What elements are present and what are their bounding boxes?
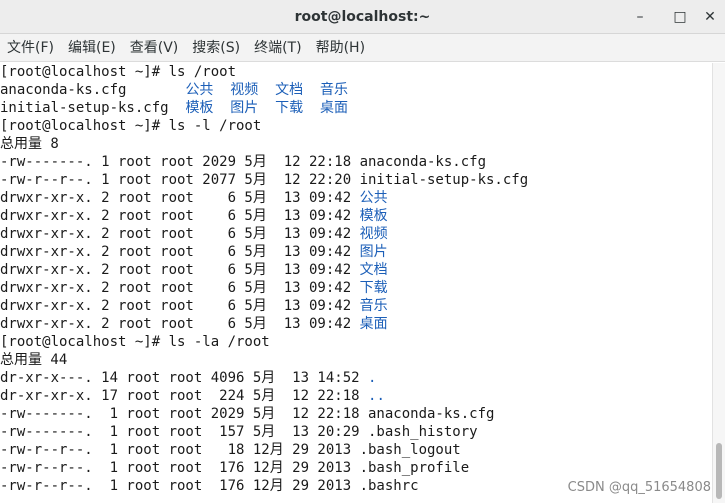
terminal-text: -rw-r--r--. 1 root root 176 12月 29 2013 … xyxy=(0,460,470,476)
terminal-line: -rw-------. 1 root root 2029 5月 12 22:18… xyxy=(0,405,712,423)
terminal-line: dr-xr-x---. 14 root root 4096 5月 13 14:5… xyxy=(0,369,712,387)
terminal-text: -rw-------. 1 root root 2029 5月 12 22:18… xyxy=(0,154,487,170)
terminal-text: drwxr-xr-x. 2 root root 6 5月 13 09:42 xyxy=(0,190,360,206)
terminal-text: [root@localhost ~]# ls -l /root xyxy=(0,118,262,134)
terminal-text: drwxr-xr-x. 2 root root 6 5月 13 09:42 xyxy=(0,280,360,296)
terminal-line: drwxr-xr-x. 2 root root 6 5月 13 09:42 图片 xyxy=(0,243,712,261)
terminal-line: [root@localhost ~]# ls -l /root xyxy=(0,117,712,135)
terminal-text: dr-xr-x---. 14 root root 4096 5月 13 14:5… xyxy=(0,370,369,386)
directory-name: 音乐 xyxy=(359,298,388,314)
terminal-text: -rw-------. 1 root root 2029 5月 12 22:18… xyxy=(0,406,495,422)
terminal-text: anaconda-ks.cfg xyxy=(0,82,186,98)
terminal-line: -rw-r--r--. 1 root root 176 12月 29 2013 … xyxy=(0,459,712,477)
window-title: root@localhost:~ xyxy=(294,9,431,25)
terminal-text: -rw-r--r--. 1 root root 176 12月 29 2013 … xyxy=(0,478,419,494)
maximize-button[interactable]: □ xyxy=(670,7,690,27)
directory-name: 文档 xyxy=(359,262,388,278)
scrollbar-thumb[interactable] xyxy=(716,443,722,499)
directory-name: 模板 图片 下载 桌面 xyxy=(185,100,349,116)
minimize-button[interactable]: – xyxy=(630,7,650,27)
terminal-text: -rw-r--r--. 1 root root 2077 5月 12 22:20… xyxy=(0,172,529,188)
terminal-output[interactable]: [root@localhost ~]# ls /root anaconda-ks.… xyxy=(0,63,712,503)
directory-name: 图片 xyxy=(359,244,388,260)
terminal-text: drwxr-xr-x. 2 root root 6 5月 13 09:42 xyxy=(0,226,360,242)
terminal-line: drwxr-xr-x. 2 root root 6 5月 13 09:42 文档 xyxy=(0,261,712,279)
menu-bar: 文件(F) 编辑(E) 查看(V) 搜索(S) 终端(T) 帮助(H) xyxy=(0,34,725,62)
menu-terminal[interactable]: 终端(T) xyxy=(247,34,308,62)
terminal-text: 总用量 8 xyxy=(0,136,59,152)
terminal-line: drwxr-xr-x. 2 root root 6 5月 13 09:42 音乐 xyxy=(0,297,712,315)
terminal-line: anaconda-ks.cfg 公共 视频 文档 音乐 xyxy=(0,81,712,99)
terminal-line: initial-setup-ks.cfg 模板 图片 下载 桌面 xyxy=(0,99,712,117)
terminal-text: [root@localhost ~]# ls -la /root xyxy=(0,334,270,350)
watermark: CSDN @qq_51654808 xyxy=(567,480,711,495)
terminal-line: [root@localhost ~]# ls -la /root xyxy=(0,333,712,351)
directory-name: 视频 xyxy=(359,226,388,242)
menu-file[interactable]: 文件(F) xyxy=(0,34,61,62)
directory-name: .. xyxy=(368,388,385,404)
terminal-text: initial-setup-ks.cfg xyxy=(0,100,186,116)
terminal-line: -rw-r--r--. 1 root root 18 12月 29 2013 .… xyxy=(0,441,712,459)
directory-name: 公共 视频 文档 音乐 xyxy=(185,82,349,98)
terminal-text: drwxr-xr-x. 2 root root 6 5月 13 09:42 xyxy=(0,298,360,314)
terminal-text: drwxr-xr-x. 2 root root 6 5月 13 09:42 xyxy=(0,244,360,260)
terminal-scrollbar[interactable] xyxy=(712,63,725,503)
terminal-line: drwxr-xr-x. 2 root root 6 5月 13 09:42 下载 xyxy=(0,279,712,297)
close-button[interactable]: ✕ xyxy=(700,7,720,27)
terminal-line: 总用量 44 xyxy=(0,351,712,369)
terminal-line: drwxr-xr-x. 2 root root 6 5月 13 09:42 公共 xyxy=(0,189,712,207)
terminal-line: drwxr-xr-x. 2 root root 6 5月 13 09:42 模板 xyxy=(0,207,712,225)
title-bar: root@localhost:~ – □ ✕ xyxy=(0,0,725,34)
directory-name: 模板 xyxy=(359,208,388,224)
terminal-line: -rw-------. 1 root root 2029 5月 12 22:18… xyxy=(0,153,712,171)
terminal-line: -rw-------. 1 root root 157 5月 13 20:29 … xyxy=(0,423,712,441)
menu-edit[interactable]: 编辑(E) xyxy=(61,34,123,62)
terminal-line: 总用量 8 xyxy=(0,135,712,153)
directory-name: 下载 xyxy=(359,280,388,296)
menu-view[interactable]: 查看(V) xyxy=(123,34,186,62)
terminal-line: drwxr-xr-x. 2 root root 6 5月 13 09:42 桌面 xyxy=(0,315,712,333)
terminal-text: drwxr-xr-x. 2 root root 6 5月 13 09:42 xyxy=(0,262,360,278)
directory-name: . xyxy=(368,370,377,386)
menu-search[interactable]: 搜索(S) xyxy=(185,34,247,62)
terminal-text: drwxr-xr-x. 2 root root 6 5月 13 09:42 xyxy=(0,316,360,332)
terminal-text: [root@localhost ~]# ls /root xyxy=(0,64,237,80)
terminal-text: -rw-r--r--. 1 root root 18 12月 29 2013 .… xyxy=(0,442,461,458)
terminal-line: -rw-r--r--. 1 root root 2077 5月 12 22:20… xyxy=(0,171,712,189)
terminal-line: dr-xr-xr-x. 17 root root 224 5月 12 22:18… xyxy=(0,387,712,405)
terminal-text: -rw-------. 1 root root 157 5月 13 20:29 … xyxy=(0,424,478,440)
directory-name: 公共 xyxy=(359,190,388,206)
directory-name: 桌面 xyxy=(359,316,388,332)
terminal-text: 总用量 44 xyxy=(0,352,68,368)
terminal-line: [root@localhost ~]# ls /root xyxy=(0,63,712,81)
terminal-text: drwxr-xr-x. 2 root root 6 5月 13 09:42 xyxy=(0,208,360,224)
menu-help[interactable]: 帮助(H) xyxy=(309,34,372,62)
terminal-text: dr-xr-xr-x. 17 root root 224 5月 12 22:18 xyxy=(0,388,369,404)
terminal-line: drwxr-xr-x. 2 root root 6 5月 13 09:42 视频 xyxy=(0,225,712,243)
